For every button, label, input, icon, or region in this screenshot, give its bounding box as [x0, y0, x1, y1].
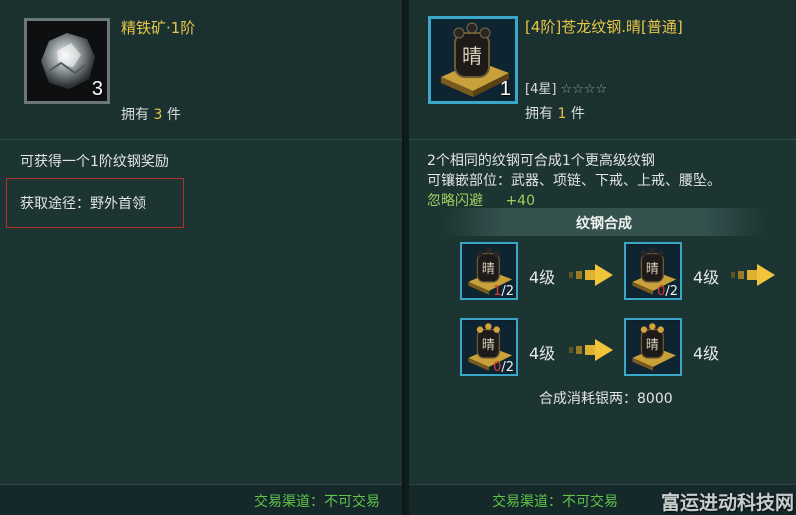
material-count: 0/2	[493, 360, 514, 375]
ore-item-slot[interactable]: 3	[24, 18, 110, 104]
material-slot-2[interactable]: 晴 0/2	[624, 242, 682, 300]
socket-slots: 可镶嵌部位：武器、项链、下戒、上戒、腰坠。	[427, 173, 721, 189]
icon-glyph: 晴	[646, 338, 659, 353]
right-item-header: 晴 1 [4阶]苍龙纹钢.晴[普通] [4星] ☆☆☆☆ 拥有 1 件	[409, 0, 796, 140]
need-count: /2	[665, 284, 678, 299]
owned-prefix: 拥有	[525, 106, 553, 122]
combine-section-title: 纹钢合成	[441, 208, 767, 236]
owned-number: 3	[153, 107, 163, 123]
stat-value: +40	[505, 193, 535, 209]
level-label: 4级	[693, 344, 720, 363]
stars-icon: ☆☆☆☆	[560, 82, 608, 97]
arrow-right-icon	[569, 264, 613, 286]
arrow-right-icon	[731, 264, 775, 286]
item-quantity: 3	[91, 78, 103, 100]
owned-count: 拥有 3 件	[121, 104, 181, 124]
steel-item-slot[interactable]: 晴 1	[428, 16, 518, 104]
star-label: [4星]	[525, 82, 557, 97]
stat-line: 忽略闪避 +40	[427, 190, 535, 210]
combine-rule: 2个相同的纹钢可合成1个更高级纹钢	[427, 153, 655, 169]
level-label: 4级	[693, 268, 720, 287]
owned-prefix: 拥有	[121, 107, 149, 123]
level-label: 4级	[529, 344, 556, 363]
result-slot[interactable]: 晴	[624, 318, 682, 376]
owned-number: 1	[557, 106, 567, 122]
material-count: 1/2	[493, 284, 514, 299]
icon-glyph: 晴	[646, 262, 659, 277]
item-description: 可获得一个1阶纹钢奖励	[20, 154, 169, 170]
combine-title-text: 纹钢合成	[576, 216, 632, 232]
material-slot-1[interactable]: 晴 1/2	[460, 242, 518, 300]
owned-suffix: 件	[166, 107, 181, 123]
right-item-panel: 晴 1 [4阶]苍龙纹钢.晴[普通] [4星] ☆☆☆☆ 拥有 1 件 2个相同…	[409, 0, 796, 515]
left-item-header: 3 精铁矿·1阶 拥有 3 件	[0, 0, 402, 140]
icon-glyph: 晴	[482, 338, 495, 353]
left-footer: 交易渠道：不可交易	[0, 484, 402, 515]
icon-glyph: 晴	[462, 44, 482, 68]
item-title: 精铁矿·1阶	[121, 19, 196, 37]
material-count: 0/2	[657, 284, 678, 299]
trade-channel: 交易渠道：不可交易	[254, 494, 380, 510]
level-label: 4级	[529, 268, 556, 287]
icon-glyph: 晴	[482, 262, 495, 277]
need-count: /2	[501, 284, 514, 299]
star-rating: [4星] ☆☆☆☆	[525, 78, 607, 97]
arrow-right-icon	[569, 339, 613, 361]
dragon-steel-icon: 晴	[626, 320, 680, 374]
owned-count: 拥有 1 件	[525, 103, 585, 123]
combine-cost: 合成消耗银两：8000	[539, 391, 673, 407]
acquisition-source: 获取途径：野外首领	[20, 196, 146, 212]
owned-suffix: 件	[570, 106, 585, 122]
left-item-panel: 3 精铁矿·1阶 拥有 3 件 可获得一个1阶纹钢奖励 获取途径：野外首领 交易…	[0, 0, 404, 515]
site-watermark: 富运进动科技网	[660, 492, 794, 514]
stat-name: 忽略闪避	[427, 193, 483, 209]
need-count: /2	[501, 360, 514, 375]
item-title: [4阶]苍龙纹钢.晴[普通]	[525, 18, 683, 36]
material-slot-3[interactable]: 晴 0/2	[460, 318, 518, 376]
trade-channel: 交易渠道：不可交易	[492, 494, 618, 510]
item-quantity: 1	[499, 78, 511, 100]
